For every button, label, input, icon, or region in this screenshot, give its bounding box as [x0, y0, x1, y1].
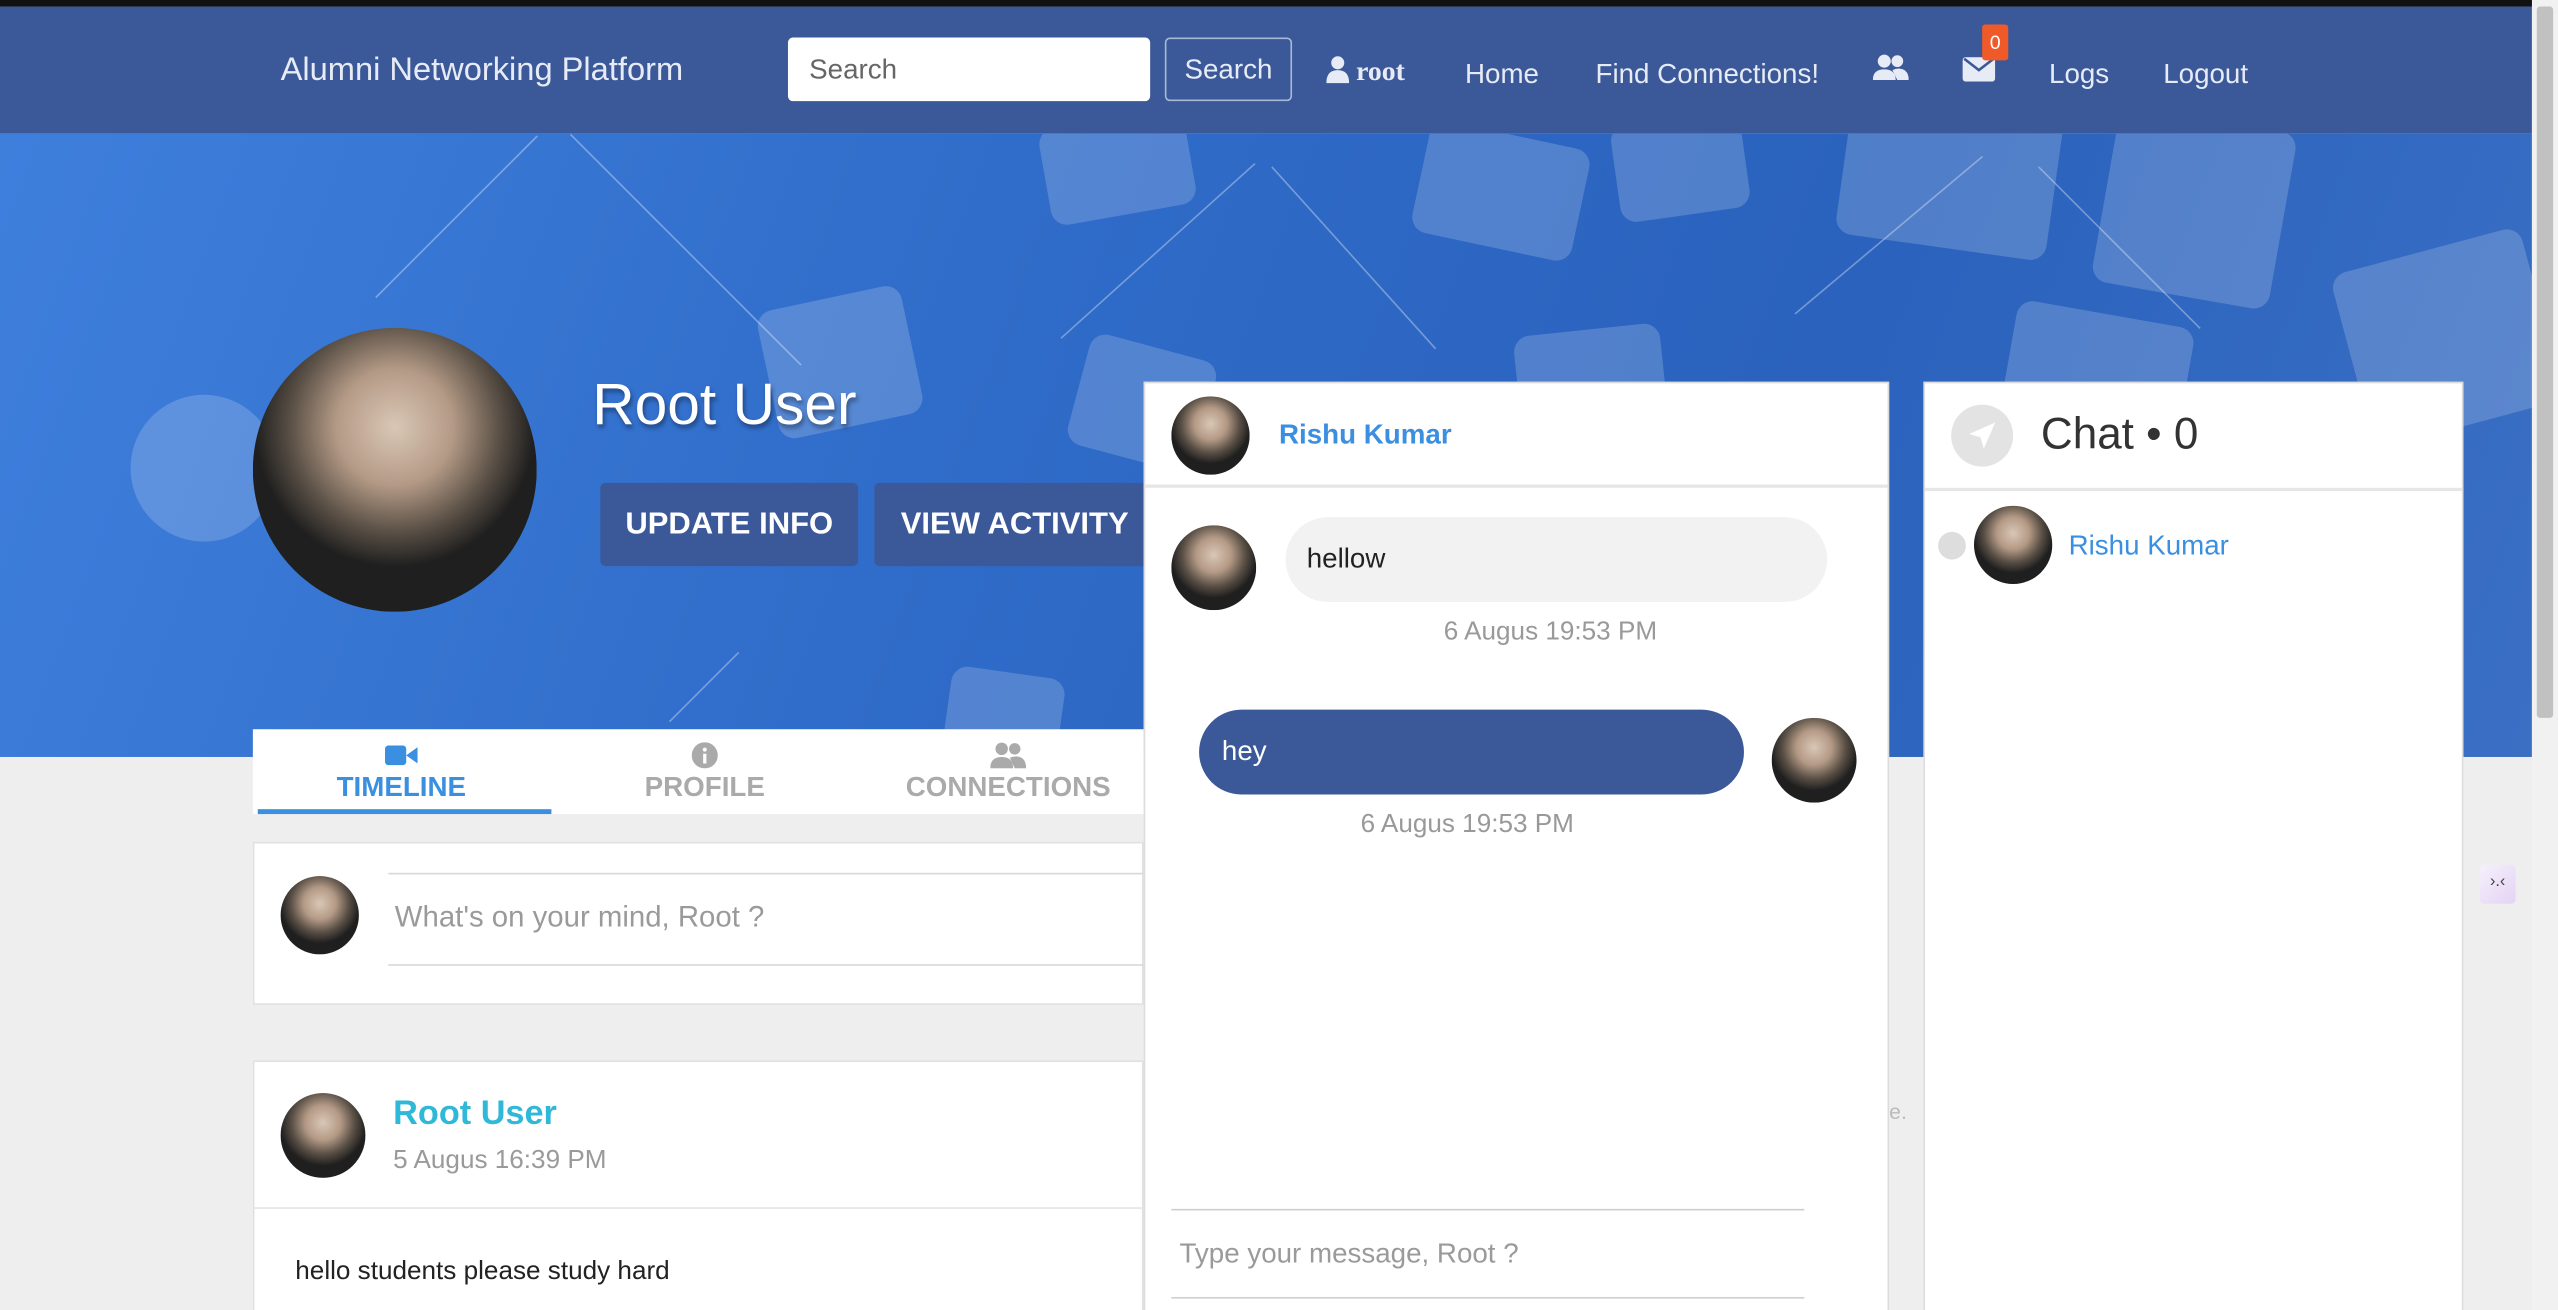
- floating-widget-icon[interactable]: ›.‹: [2479, 864, 2516, 904]
- video-icon: [385, 745, 418, 766]
- user-icon: [1326, 56, 1350, 84]
- outgoing-message-time: 6 Augus 19:53 PM: [1360, 810, 1574, 839]
- nav-user-label: root: [1356, 55, 1405, 87]
- outgoing-message-avatar: [1771, 717, 1857, 803]
- post-divider: [252, 1207, 1144, 1209]
- composer-avatar: [280, 876, 359, 955]
- composer-bottom-rule: [388, 964, 1144, 966]
- view-activity-button[interactable]: VIEW ACTIVITY: [874, 482, 1156, 567]
- chat-contact-name[interactable]: Rishu Kumar: [1279, 419, 1452, 452]
- chat-list-contact-avatar[interactable]: [1973, 505, 2053, 585]
- page-scrollbar[interactable]: [2531, 0, 2558, 1310]
- profile-name: Root User: [592, 370, 857, 438]
- chat-contact-avatar: [1171, 396, 1250, 475]
- nav-home-link[interactable]: Home: [1465, 59, 1539, 92]
- envelope-icon[interactable]: [1962, 57, 1996, 90]
- outgoing-message: hey: [1199, 709, 1744, 795]
- profile-avatar[interactable]: [252, 327, 537, 612]
- update-info-button[interactable]: UPDATE INFO: [600, 482, 859, 567]
- users-icon: [990, 742, 1027, 769]
- friends-icon[interactable]: [1872, 54, 1909, 90]
- chat-window-header: [1145, 383, 1888, 488]
- tab-connections-label: CONNECTIONS: [905, 771, 1111, 803]
- tab-timeline-label: TIMELINE: [336, 771, 467, 803]
- nav-logs-link[interactable]: Logs: [2049, 59, 2109, 92]
- chat-list-title: Chat • 0: [2040, 409, 2199, 459]
- nav-user-link[interactable]: root: [1326, 55, 1405, 88]
- tab-profile[interactable]: PROFILE: [556, 729, 853, 814]
- incoming-message-time: 6 Augus 19:53 PM: [1443, 618, 1658, 647]
- incoming-message-avatar: [1171, 525, 1257, 611]
- search-button[interactable]: Search: [1164, 37, 1293, 102]
- messages-badge: 0: [1982, 24, 2009, 61]
- post-author-avatar[interactable]: [280, 1093, 366, 1178]
- nav-find-connections-link[interactable]: Find Connections!: [1596, 59, 1820, 92]
- incoming-message: hellow: [1285, 517, 1828, 602]
- scrollbar-thumb[interactable]: [2536, 6, 2554, 718]
- profile-tabs: TIMELINE PROFILE CONNECTIONS: [252, 729, 1144, 815]
- brand-title[interactable]: Alumni Networking Platform: [281, 52, 684, 90]
- contact-status-dot: [1938, 531, 1966, 560]
- message-input-bottom-rule: [1171, 1296, 1805, 1299]
- post-timestamp: 5 Augus 16:39 PM: [393, 1146, 607, 1175]
- composer-input[interactable]: What's on your mind, Root ?: [395, 901, 765, 935]
- message-input[interactable]: [1171, 1230, 1805, 1280]
- top-navbar: Alumni Networking Platform Search root H…: [0, 6, 2532, 134]
- post-body: hello students please study hard: [295, 1257, 670, 1286]
- obscured-text: e.: [1889, 1099, 1907, 1125]
- composer-top-rule: [388, 872, 1144, 875]
- search-input[interactable]: [787, 37, 1151, 102]
- info-icon: [691, 742, 718, 769]
- tab-timeline[interactable]: TIMELINE: [253, 729, 552, 815]
- message-input-top-rule: [1171, 1208, 1805, 1211]
- tab-profile-label: PROFILE: [644, 771, 765, 803]
- tab-connections[interactable]: CONNECTIONS: [860, 729, 1157, 814]
- chat-list-contact-name[interactable]: Rishu Kumar: [2069, 530, 2229, 563]
- send-icon: [1951, 404, 2014, 467]
- nav-logout-link[interactable]: Logout: [2163, 59, 2248, 92]
- post-author-name[interactable]: Root User: [393, 1095, 557, 1134]
